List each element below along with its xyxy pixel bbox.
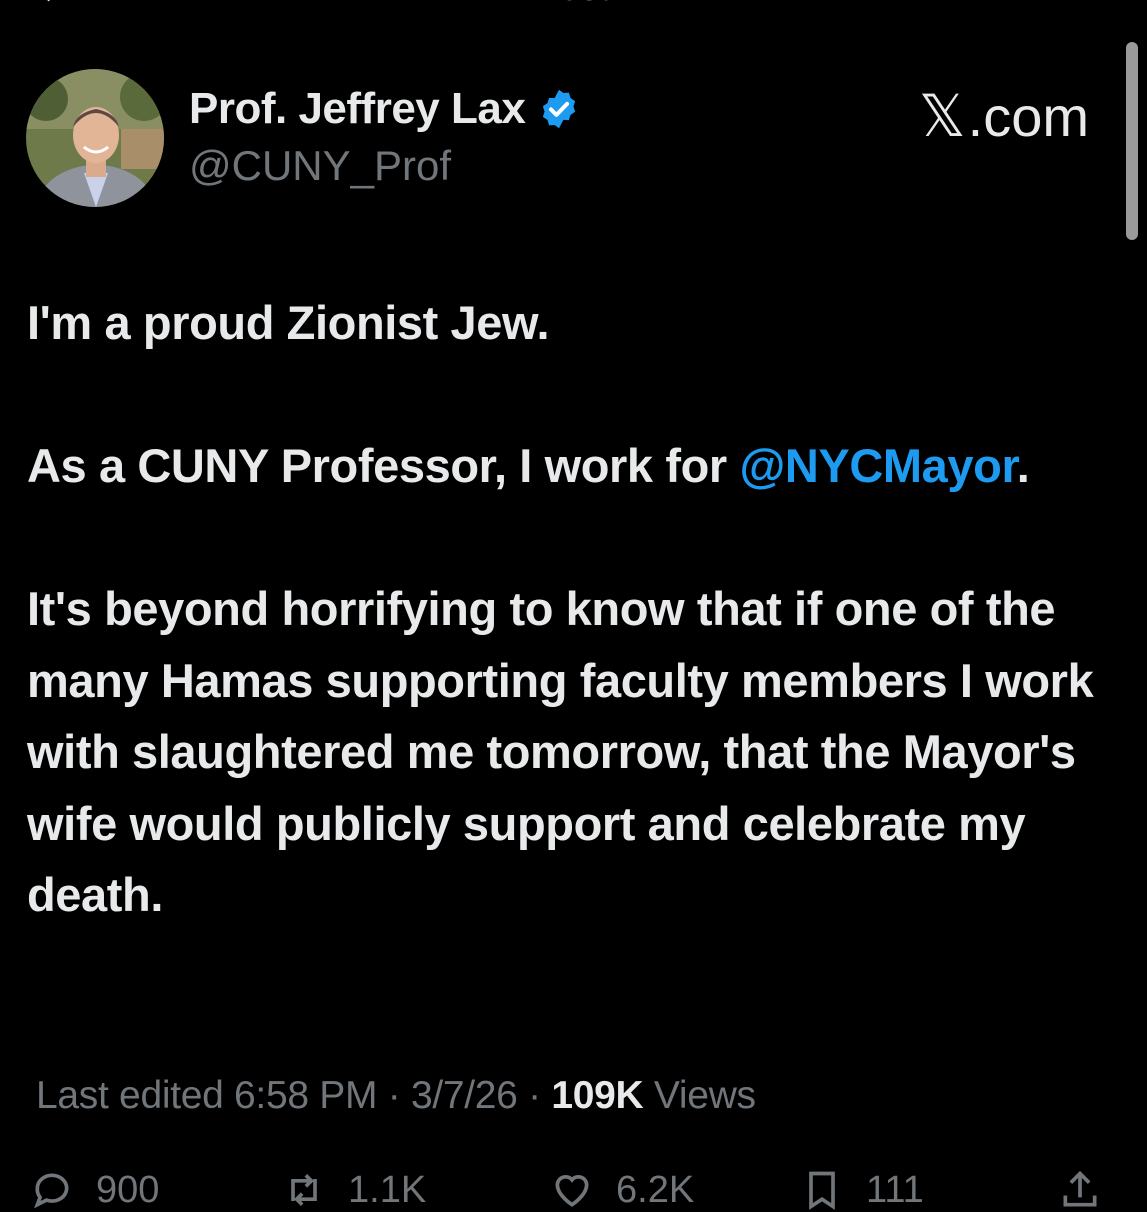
action-bar: 900 1.1K 6.2K 111	[0, 1168, 1147, 1211]
top-bar: Post	[0, 0, 1147, 9]
tweet-paragraph: As a CUNY Professor, I work for @NYCMayo…	[27, 430, 1127, 502]
share-icon	[1063, 1170, 1097, 1207]
tweet-meta: Last edited 6:58 PM · 3/7/26 · 109K View…	[36, 1074, 756, 1118]
views-count: 109K	[551, 1074, 644, 1117]
reply-button[interactable]: 900	[30, 1168, 159, 1212]
mention-link[interactable]: @NYCMayor	[739, 439, 1017, 492]
source-label: .com	[967, 84, 1089, 148]
bookmark-count: 111	[866, 1168, 924, 1211]
like-count: 6.2K	[616, 1168, 695, 1211]
tweet-paragraph: It's beyond horrifying to know that if o…	[27, 582, 1094, 921]
heart-icon	[555, 1175, 589, 1207]
repost-count: 1.1K	[348, 1168, 427, 1211]
profile-photo-icon	[26, 69, 164, 207]
avatar[interactable]	[26, 69, 164, 207]
tweet-paragraph: I'm a proud Zionist Jew.	[27, 296, 550, 349]
x-logo-icon: 𝕏	[918, 84, 966, 149]
repost-icon	[291, 1174, 317, 1206]
reply-icon	[33, 1173, 69, 1209]
source-badge: 𝕏 .com	[919, 82, 1089, 150]
bookmark-button[interactable]: 111	[800, 1168, 924, 1212]
tweet-text-segment: As a CUNY Professor, I work for	[27, 439, 740, 492]
repost-button[interactable]: 1.1K	[282, 1168, 426, 1212]
author-name-row[interactable]: Prof. Jeffrey Lax	[189, 84, 581, 134]
edited-timestamp[interactable]: Last edited 6:58 PM · 3/7/26	[36, 1074, 518, 1117]
like-button[interactable]: 6.2K	[550, 1168, 694, 1212]
display-name[interactable]: Prof. Jeffrey Lax	[189, 84, 526, 134]
author-handle[interactable]: @CUNY_Prof	[189, 142, 451, 190]
views-label: Views	[643, 1074, 756, 1117]
page-title: Post	[0, 0, 1147, 9]
share-button[interactable]	[1058, 1168, 1102, 1212]
meta-separator: ·	[517, 1074, 552, 1117]
bookmark-icon	[809, 1171, 835, 1210]
tweet-text: I'm a proud Zionist Jew. As a CUNY Profe…	[27, 287, 1127, 931]
reply-count: 900	[96, 1168, 160, 1211]
tweet-text-segment: .	[1016, 439, 1030, 492]
verified-badge-icon	[543, 89, 576, 129]
scrollbar[interactable]	[1126, 42, 1138, 240]
